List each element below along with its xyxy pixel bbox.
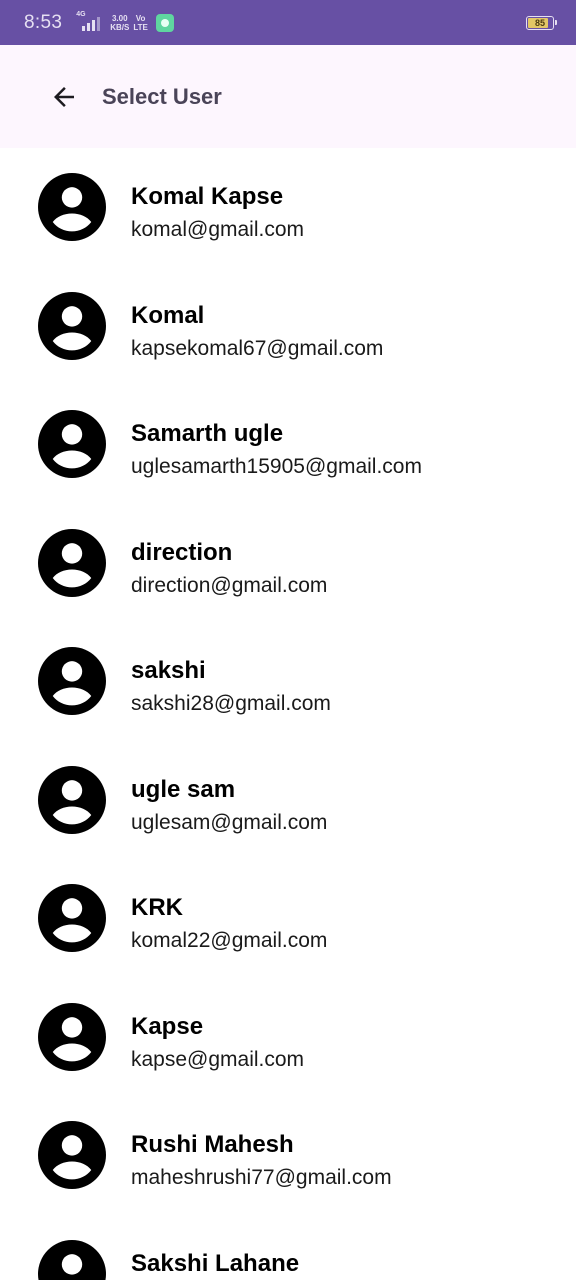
user-email: kapsekomal67@gmail.com [131,336,384,360]
account-circle-icon [38,291,106,360]
signal-icon: 4G [76,11,101,31]
user-email: komal22@gmail.com [131,929,328,952]
account-circle-icon [38,647,106,716]
user-text: Samarth ugle uglesamarth15905@gmail.com [131,419,422,482]
user-text: ugle sam uglesam@gmail.com [131,775,327,838]
notification-app-icon [155,13,174,32]
user-email: uglesamarth15905@gmail.com [131,455,422,478]
user-list-item[interactable]: ugle sam uglesam@gmail.com [0,741,576,860]
user-email: sakshi28@gmail.com [131,692,331,715]
user-name: Komal Kapse [131,183,284,210]
network-speed-value: 3.00 [111,13,128,23]
back-button[interactable] [40,73,88,121]
user-email: direction@gmail.com [131,573,328,597]
user-email: komal@gmail.com [131,218,305,241]
user-list-item[interactable]: Samarth ugle uglesamarth15905@gmail.com [0,385,576,504]
user-list-item[interactable]: sakshi sakshi28@gmail.com [0,622,576,741]
user-text: sakshi sakshi28@gmail.com [131,656,331,719]
user-text: Rushi Mahesh maheshrushi77@gmail.com [131,1130,392,1193]
user-name: Kapse [131,1012,204,1040]
volte-bottom: LTE [133,22,148,32]
status-time: 8:53 [24,11,63,33]
user-list-item[interactable]: Kapse kapse@gmail.com [0,978,576,1097]
user-email: maheshrushi77@gmail.com [131,1166,392,1189]
user-list-item[interactable]: direction direction@gmail.com [0,504,576,623]
user-text: Komal Kapse komal@gmail.com [131,182,304,245]
user-list-item[interactable]: Komal kapsekomal67@gmail.com [0,267,576,386]
user-list: Komal Kapse komal@gmail.com Komal kapsekoma… [0,148,576,1280]
network-speed: 3.00 KB/S [110,14,129,32]
account-circle-icon [38,1121,106,1190]
user-text: direction direction@gmail.com [131,538,327,601]
user-name: Komal [131,301,205,329]
account-circle-icon [38,1002,106,1071]
user-name: Sakshi Lahane [131,1249,300,1277]
user-name: sakshi [131,657,206,684]
battery-level: 85 [534,17,545,28]
user-list-item[interactable]: KRK komal22@gmail.com [0,859,576,978]
user-name: KRK [131,894,183,921]
user-text: Kapse kapse@gmail.com [131,1012,304,1075]
user-list-item[interactable]: Sakshi Lahane [0,1215,576,1280]
app-bar: Select User [0,45,576,148]
user-text: Komal kapsekomal67@gmail.com [131,301,383,364]
page-title: Select User [102,83,222,109]
status-bar: 8:53 4G 3.00 KB/S Vo LTE 85 [0,0,576,45]
user-name: Samarth ugle [131,420,284,447]
account-circle-icon [38,528,106,597]
user-name: Rushi Mahesh [131,1131,294,1158]
account-circle-icon [38,765,106,834]
account-circle-icon [38,884,106,953]
account-circle-icon [38,173,106,242]
arrow-left-icon [54,86,74,107]
user-text: Sakshi Lahane [131,1249,299,1280]
network-type: 4G [76,10,86,18]
user-list-item[interactable]: Rushi Mahesh maheshrushi77@gmail.com [0,1096,576,1215]
network-speed-unit: KB/S [110,22,130,32]
account-circle-icon [38,410,106,479]
battery-icon: 85 [526,15,557,30]
user-text: KRK komal22@gmail.com [131,893,327,956]
volte-top: Vo [135,13,146,23]
user-list-item[interactable]: Komal Kapse komal@gmail.com [0,148,576,267]
account-circle-icon [38,1239,106,1280]
user-email: kapse@gmail.com [131,1047,305,1071]
volte-indicator: Vo LTE [133,14,148,32]
user-email: uglesam@gmail.com [131,810,328,834]
user-name: ugle sam [131,775,236,803]
user-name: direction [131,538,233,566]
